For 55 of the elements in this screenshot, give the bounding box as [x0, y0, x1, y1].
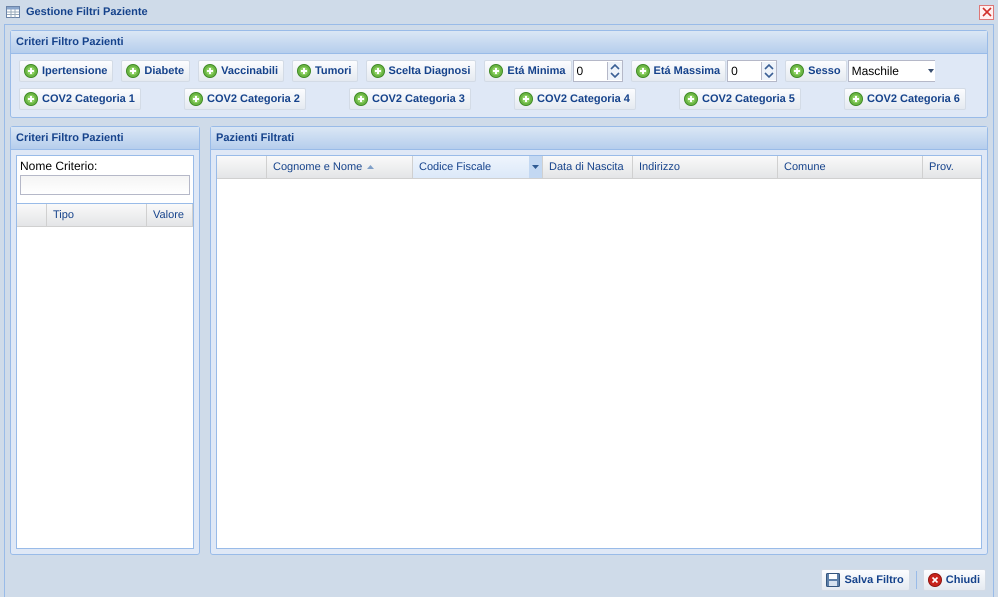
close-icon	[928, 573, 942, 587]
plus-icon	[203, 64, 218, 78]
table-icon	[6, 6, 20, 18]
column-header[interactable]: Comune	[778, 156, 923, 178]
filter-button[interactable]: Etá Massima	[630, 60, 726, 82]
save-button[interactable]: Salva Filtro	[821, 569, 910, 591]
column-header[interactable]: Valore	[147, 204, 193, 226]
spinner-arrows-icon	[761, 62, 776, 80]
filter-button[interactable]: COV2 Categoria 2	[184, 88, 306, 110]
plus-icon	[849, 92, 863, 106]
dropdown-field[interactable]: Maschile	[848, 60, 935, 82]
filter-button[interactable]: Ipertensione	[19, 60, 114, 82]
dropdown-arrow-icon	[928, 69, 934, 73]
filter-button[interactable]: COV2 Categoria 3	[349, 88, 471, 110]
plus-icon	[370, 64, 384, 78]
filter-button[interactable]: Etá Minima	[484, 60, 572, 82]
plus-icon	[24, 64, 38, 78]
panel-title: Criteri Filtro Pazienti	[11, 31, 987, 54]
column-header[interactable]: Data di Nascita	[543, 156, 633, 178]
plus-icon	[354, 92, 368, 106]
plus-icon	[684, 92, 698, 106]
number-field[interactable]: 0	[572, 60, 622, 82]
filter-button[interactable]: Vaccinabili	[198, 60, 284, 82]
column-header[interactable]: Codice Fiscale	[413, 156, 543, 178]
filter-button[interactable]: COV2 Categoria 1	[19, 88, 141, 110]
column-header[interactable]: Indirizzo	[633, 156, 778, 178]
plus-icon	[519, 92, 533, 106]
panel-title: Pazienti Filtrati	[211, 127, 987, 150]
number-field[interactable]: 0	[727, 60, 778, 82]
filter-button[interactable]: COV2 Categoria 6	[844, 88, 966, 110]
close-icon	[982, 7, 992, 17]
filter-button[interactable]: Diabete	[121, 60, 190, 82]
filter-button[interactable]: Tumori	[292, 60, 358, 82]
close-button[interactable]	[979, 4, 994, 20]
filter-button[interactable]: Sesso	[785, 60, 847, 82]
filter-button[interactable]: COV2 Categoria 5	[679, 88, 801, 110]
filter-button[interactable]: Scelta Diagnosi	[366, 60, 476, 82]
input-field[interactable]	[20, 175, 190, 195]
plus-icon	[126, 64, 140, 78]
column-header[interactable]: Prov.	[923, 156, 981, 178]
plus-icon	[297, 64, 312, 78]
column-menu-button[interactable]	[529, 156, 542, 178]
spinner-arrows-icon	[606, 62, 622, 80]
plus-icon	[489, 64, 504, 78]
plus-icon	[790, 64, 804, 78]
field-label: Nome Criterio:	[20, 159, 98, 173]
column-header[interactable]: Tipo	[47, 204, 147, 226]
plus-icon	[636, 64, 650, 78]
filter-button[interactable]: COV2 Categoria 4	[514, 88, 636, 110]
panel-title: Criteri Filtro Pazienti	[11, 127, 199, 150]
window-title: Gestione Filtri Paziente	[26, 6, 149, 18]
plus-icon	[189, 92, 203, 106]
plus-icon	[24, 92, 38, 106]
close-button[interactable]: Chiudi	[922, 569, 986, 591]
dropdown-arrow-icon	[532, 165, 539, 169]
